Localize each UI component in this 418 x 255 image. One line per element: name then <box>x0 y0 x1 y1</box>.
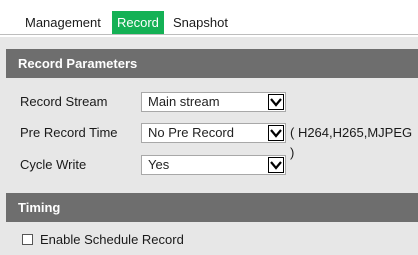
pre-record-time-select[interactable]: No Pre Record <box>141 123 286 143</box>
record-stream-value: Main stream <box>148 94 220 109</box>
cycle-write-value: Yes <box>148 157 170 172</box>
cycle-write-label: Cycle Write <box>20 157 87 172</box>
tab-record[interactable]: Record <box>112 11 164 34</box>
pre-record-time-value: No Pre Record <box>148 125 234 140</box>
pre-record-time-label: Pre Record Time <box>20 125 118 140</box>
chevron-down-icon <box>268 157 284 173</box>
timing-header: Timing <box>6 193 418 222</box>
tab-bar: Management Record Snapshot <box>0 0 418 37</box>
tab-snapshot[interactable]: Snapshot <box>173 11 228 34</box>
tab-bar-divider <box>0 34 418 35</box>
codec-note: ( H264,H265,MJPEG ) <box>290 125 413 160</box>
record-parameters-header: Record Parameters <box>6 49 418 78</box>
tab-management[interactable]: Management <box>25 11 101 34</box>
chevron-down-icon <box>268 125 284 141</box>
chevron-down-icon <box>268 94 284 110</box>
record-stream-label: Record Stream <box>20 94 108 109</box>
record-stream-select[interactable]: Main stream <box>141 92 286 112</box>
cycle-write-select[interactable]: Yes <box>141 155 286 175</box>
enable-schedule-checkbox[interactable] <box>22 234 33 245</box>
enable-schedule-label: Enable Schedule Record <box>40 232 184 247</box>
